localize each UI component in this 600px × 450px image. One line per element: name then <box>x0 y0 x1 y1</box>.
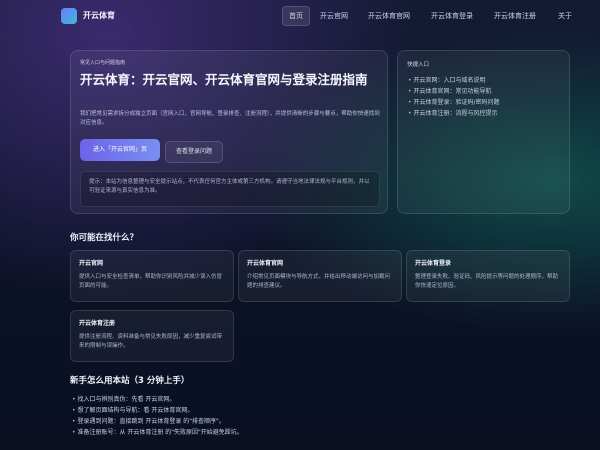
step-item: 想了解页面结构与导航：看 开云体育官网。 <box>72 405 243 416</box>
card-description: 整理登录失败、验证码、风险提示等问题的处理顺序，帮助你快速定位原因。 <box>415 274 559 289</box>
nav-item-kaiyun-sports-official[interactable]: 开云体育官网 <box>362 6 416 26</box>
nav-item-register[interactable]: 开云体育注册 <box>488 6 542 26</box>
feature-card-register[interactable]: 开云体育注册 提供注册流程、资料准备与常见失败原因，减少重复尝试带来的限制与误操… <box>70 310 234 362</box>
quick-links-card: 快捷入口 开云官网：入口与域名说明 开云体育官网：常见功能导航 开云体育登录：验… <box>397 50 570 214</box>
quick-link-login[interactable]: 开云体育登录：验证码/密码问题 <box>408 97 499 108</box>
quick-link-sports-official[interactable]: 开云体育官网：常见功能导航 <box>408 86 499 97</box>
section-title-what: 你可能在找什么？ <box>70 233 139 243</box>
card-description: 提供注册流程、资料准备与常见失败原因，减少重复尝试带来的限制与误操作。 <box>79 334 223 349</box>
quick-links-title: 快捷入口 <box>407 62 430 68</box>
section-title-howto: 新手怎么用本站（3 分钟上手） <box>70 376 190 386</box>
page-title: 开云体育：开云官网、开云体育官网与登录注册指南 <box>80 72 368 87</box>
hero-tag: 常见入口与问题指南 <box>80 60 126 66</box>
card-title: 开云体育官网 <box>247 260 284 267</box>
nav-item-login[interactable]: 开云体育登录 <box>425 6 479 26</box>
hero-card: 常见入口与问题指南 开云体育：开云官网、开云体育官网与登录注册指南 我们把常见需… <box>70 50 388 214</box>
nav-item-home[interactable]: 首页 <box>282 6 310 26</box>
card-title: 开云官网 <box>79 260 104 267</box>
notice-box: 提示：本站为信息整理与安全提示站点，不代表任何官方主体或第三方机构。请遵守当地法… <box>80 171 380 207</box>
feature-card-sports-official[interactable]: 开云体育官网 介绍常见页面模块与导航方式，并给出移动端访问与加载问题的排查建议。 <box>238 250 402 302</box>
quick-link-official[interactable]: 开云官网：入口与域名说明 <box>408 75 499 86</box>
hero-description: 我们把常见需求拆分成独立页面（官网入口、官网导航、登录排查、注册流程），并提供清… <box>80 111 380 126</box>
card-title: 开云体育注册 <box>79 320 116 327</box>
step-item: 找入口与辨别真伪：先看 开云官网。 <box>72 394 243 405</box>
feature-card-official[interactable]: 开云官网 提供入口与安全检查清单，帮助你识别风险并减少误入仿冒页面的可能。 <box>70 250 234 302</box>
card-description: 提供入口与安全检查清单，帮助你识别风险并减少误入仿冒页面的可能。 <box>79 274 223 289</box>
step-item: 准备注册账号：从 开云体育注册 的"失败原因"开始避免踩坑。 <box>72 427 242 438</box>
quick-links-list: 开云官网：入口与域名说明 开云体育官网：常见功能导航 开云体育登录：验证码/密码… <box>408 75 499 119</box>
main-nav: 首页 开云官网 开云体育官网 开云体育登录 开云体育注册 关于 <box>0 6 600 26</box>
card-description: 介绍常见页面模块与导航方式，并给出移动端访问与加载问题的排查建议。 <box>247 274 391 289</box>
step-item: 登录遇到问题：直接跳到 开云体育登录 的"排查顺序"。 <box>72 416 243 427</box>
login-issues-button[interactable]: 查看登录问题 <box>165 141 223 163</box>
nav-item-about[interactable]: 关于 <box>552 6 578 26</box>
feature-card-login[interactable]: 开云体育登录 整理登录失败、验证码、风险提示等问题的处理顺序，帮助你快速定位原因… <box>406 250 570 302</box>
quick-link-register[interactable]: 开云体育注册：流程与风控提示 <box>408 108 499 119</box>
steps-list: 找入口与辨别真伪：先看 开云官网。 想了解页面结构与导航：看 开云体育官网。 登… <box>72 394 243 438</box>
top-bar: 开云体育 首页 开云官网 开云体育官网 开云体育登录 开云体育注册 关于 <box>0 0 600 34</box>
enter-official-button[interactable]: 进入「开云官网」页 <box>80 139 160 161</box>
card-title: 开云体育登录 <box>415 260 452 267</box>
nav-item-kaiyun-official[interactable]: 开云官网 <box>314 6 354 26</box>
